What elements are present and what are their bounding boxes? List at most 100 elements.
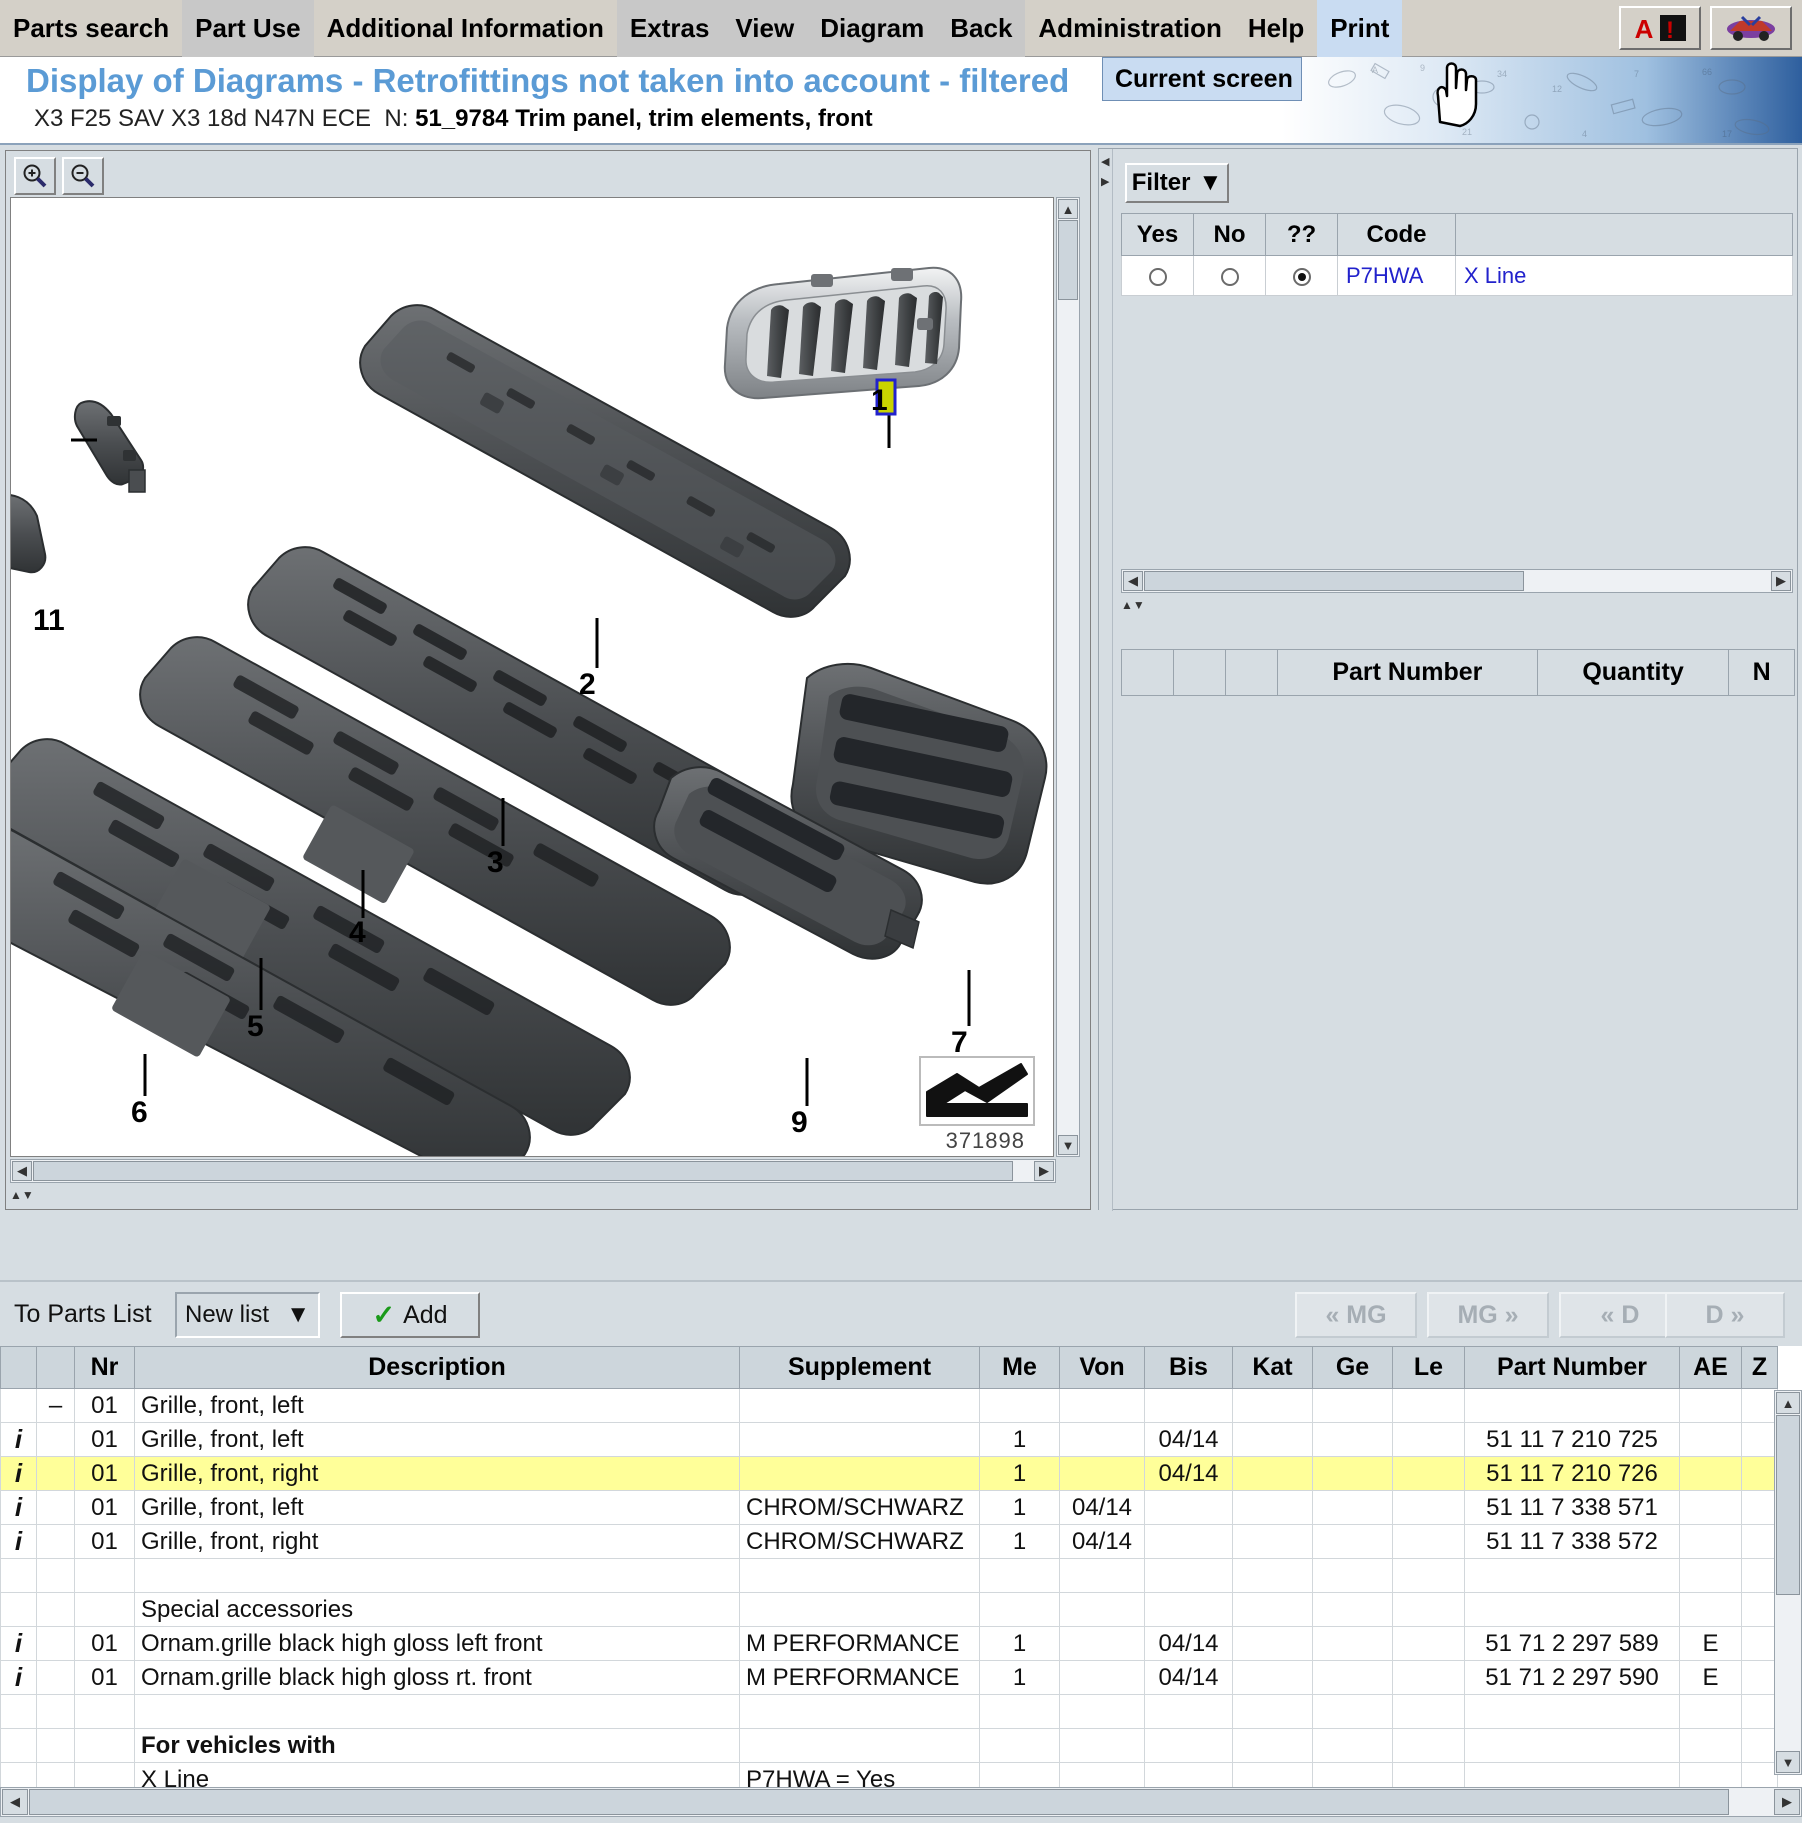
diagram-split-handle[interactable]: ▲ ▼ bbox=[10, 1185, 1056, 1205]
th-expand[interactable] bbox=[36, 1346, 75, 1389]
th-supplement[interactable]: Supplement bbox=[739, 1346, 980, 1389]
right-panel-split-handle[interactable]: ▲ ▼ bbox=[1121, 595, 1793, 615]
filter-scroll-left-arrow[interactable]: ◀ bbox=[1123, 571, 1143, 591]
menu-extras[interactable]: Extras bbox=[616, 0, 723, 57]
parts-table-vertical-scrollbar[interactable]: ▲ ▼ bbox=[1774, 1390, 1802, 1775]
zoom-in-button[interactable] bbox=[14, 157, 56, 195]
radio-no[interactable] bbox=[1220, 267, 1239, 286]
parts-list-select[interactable]: New list ▼ bbox=[175, 1292, 320, 1338]
nav-prev-mg-button[interactable]: « MG bbox=[1295, 1292, 1417, 1338]
menu-diagram[interactable]: Diagram bbox=[807, 0, 938, 57]
diagram-scroll-right-arrow[interactable]: ▶ bbox=[1034, 1161, 1054, 1181]
cell-code[interactable]: P7HWA bbox=[1337, 255, 1456, 296]
vehicle-icon-button[interactable] bbox=[1710, 6, 1792, 50]
col-yes[interactable]: Yes bbox=[1121, 213, 1194, 256]
parts-table-container[interactable]: Nr Description Supplement Me Von Bis Kat… bbox=[0, 1346, 1802, 1796]
right-split-down-arrow-icon[interactable]: ▼ bbox=[1133, 598, 1145, 612]
cell-no-radio[interactable] bbox=[1193, 255, 1266, 296]
warning-icon-button[interactable]: A ! bbox=[1619, 6, 1701, 50]
radio-unknown[interactable] bbox=[1292, 267, 1311, 286]
filter-hscroll-thumb[interactable] bbox=[1144, 571, 1524, 591]
diagram-hscroll-thumb[interactable] bbox=[33, 1161, 1013, 1181]
parts-scroll-down-arrow[interactable]: ▼ bbox=[1776, 1751, 1800, 1773]
diagram-scroll-up-arrow[interactable]: ▲ bbox=[1058, 199, 1078, 219]
table-row[interactable]: i 01 Ornam.grille black high gloss left fr… bbox=[0, 1626, 1778, 1661]
col-unknown[interactable]: ?? bbox=[1265, 213, 1338, 256]
th-ge[interactable]: Ge bbox=[1312, 1346, 1393, 1389]
parts-scroll-up-arrow[interactable]: ▲ bbox=[1776, 1392, 1800, 1414]
right-panel-splitter[interactable]: ◀ ▶ bbox=[1099, 149, 1113, 1211]
col-code[interactable]: Code bbox=[1337, 213, 1456, 256]
table-row[interactable]: i 01 Grille, front, left CHROM/SCHWARZ 1 04/1… bbox=[0, 1490, 1778, 1525]
menu-print[interactable]: Print bbox=[1317, 0, 1403, 57]
table-row[interactable]: i 01 Grille, front, left 1 04/14 51 11 7 210 … bbox=[0, 1422, 1778, 1457]
print-menu-item-current-screen[interactable]: Current screen bbox=[1115, 65, 1293, 94]
add-button[interactable]: ✓ Add bbox=[340, 1292, 480, 1338]
th-description[interactable]: Description bbox=[134, 1346, 740, 1389]
pn-col-blank-1[interactable] bbox=[1121, 649, 1174, 696]
table-row[interactable] bbox=[0, 1694, 1778, 1729]
print-dropdown-menu[interactable]: Current screen bbox=[1102, 57, 1302, 101]
pn-col-part-number[interactable]: Part Number bbox=[1276, 649, 1538, 696]
th-info[interactable] bbox=[0, 1346, 37, 1389]
splitter-right-arrow-icon[interactable]: ▶ bbox=[1101, 175, 1109, 188]
filter-dropdown-button[interactable]: Filter ▼ bbox=[1125, 163, 1229, 203]
table-row[interactable]: i 01 Ornam.grille black high gloss rt. fro… bbox=[0, 1660, 1778, 1695]
table-row[interactable]: –01 Grille, front, left bbox=[0, 1388, 1778, 1423]
diagram-horizontal-scrollbar[interactable]: ◀ ▶ bbox=[10, 1159, 1056, 1183]
pn-col-n[interactable]: N bbox=[1728, 649, 1795, 696]
split-down-arrow-icon[interactable]: ▼ bbox=[22, 1188, 34, 1202]
diagram-scroll-down-arrow[interactable]: ▼ bbox=[1058, 1135, 1078, 1155]
cell-ae bbox=[1679, 1422, 1742, 1457]
radio-yes[interactable] bbox=[1148, 267, 1167, 286]
cell-code-description[interactable]: X Line bbox=[1455, 255, 1793, 296]
menu-administration[interactable]: Administration bbox=[1025, 0, 1234, 57]
code-table-row[interactable]: P7HWA X Line bbox=[1121, 255, 1793, 296]
th-kat[interactable]: Kat bbox=[1232, 1346, 1313, 1389]
cell-yes-radio[interactable] bbox=[1121, 255, 1194, 296]
right-split-up-arrow-icon[interactable]: ▲ bbox=[1121, 598, 1133, 612]
filter-scroll-right-arrow[interactable]: ▶ bbox=[1771, 571, 1791, 591]
filter-horizontal-scrollbar[interactable]: ◀ ▶ bbox=[1121, 569, 1793, 593]
parts-hscroll-left-arrow[interactable]: ◀ bbox=[2, 1789, 28, 1815]
menu-back[interactable]: Back bbox=[937, 0, 1026, 57]
diagram-canvas[interactable]: 1 2 3 4 5 6 7 9 11 371898 bbox=[10, 197, 1054, 1157]
pn-col-blank-3[interactable] bbox=[1224, 649, 1278, 696]
menu-parts-search[interactable]: Parts search bbox=[0, 0, 182, 57]
table-row[interactable]: i 01 Grille, front, right CHROM/SCHWARZ 1 04/… bbox=[0, 1524, 1778, 1559]
parts-hscroll-thumb[interactable] bbox=[29, 1789, 1729, 1815]
th-le[interactable]: Le bbox=[1392, 1346, 1465, 1389]
pn-col-blank-2[interactable] bbox=[1172, 649, 1226, 696]
th-nr[interactable]: Nr bbox=[74, 1346, 135, 1389]
table-row[interactable]: For vehicles with bbox=[0, 1728, 1778, 1763]
table-row[interactable] bbox=[0, 1558, 1778, 1593]
table-row[interactable]: i 01 Grille, front, right 1 04/14 51 11 7 210… bbox=[0, 1456, 1778, 1491]
parts-table-horizontal-scrollbar[interactable]: ◀ ▶ bbox=[0, 1787, 1802, 1817]
table-row[interactable]: Special accessories bbox=[0, 1592, 1778, 1627]
split-up-arrow-icon[interactable]: ▲ bbox=[10, 1188, 22, 1202]
menu-additional-information[interactable]: Additional Information bbox=[314, 0, 617, 57]
th-ae[interactable]: AE bbox=[1679, 1346, 1742, 1389]
diagram-vscroll-thumb[interactable] bbox=[1058, 220, 1078, 300]
parts-vscroll-thumb[interactable] bbox=[1776, 1415, 1800, 1595]
col-code-description[interactable] bbox=[1455, 213, 1793, 256]
menu-help[interactable]: Help bbox=[1235, 0, 1317, 57]
nav-next-d-button[interactable]: D » bbox=[1665, 1292, 1785, 1338]
parts-hscroll-right-arrow[interactable]: ▶ bbox=[1774, 1789, 1800, 1815]
cell-unknown-radio[interactable] bbox=[1265, 255, 1338, 296]
th-z[interactable]: Z bbox=[1741, 1346, 1778, 1389]
menu-view[interactable]: View bbox=[722, 0, 808, 57]
th-von[interactable]: Von bbox=[1059, 1346, 1145, 1389]
th-me[interactable]: Me bbox=[979, 1346, 1060, 1389]
menu-part-use[interactable]: Part Use bbox=[182, 0, 314, 57]
nav-next-mg-button[interactable]: MG » bbox=[1427, 1292, 1549, 1338]
diagram-scroll-left-arrow[interactable]: ◀ bbox=[12, 1161, 32, 1181]
pn-col-quantity[interactable]: Quantity bbox=[1536, 649, 1730, 696]
diagram-vertical-scrollbar[interactable]: ▲ ▼ bbox=[1056, 197, 1080, 1157]
col-no[interactable]: No bbox=[1193, 213, 1266, 256]
nav-prev-d-button[interactable]: « D bbox=[1559, 1292, 1681, 1338]
splitter-left-arrow-icon[interactable]: ◀ bbox=[1101, 155, 1109, 168]
zoom-out-button[interactable] bbox=[62, 157, 104, 195]
th-part-number[interactable]: Part Number bbox=[1464, 1346, 1680, 1389]
th-bis[interactable]: Bis bbox=[1144, 1346, 1233, 1389]
